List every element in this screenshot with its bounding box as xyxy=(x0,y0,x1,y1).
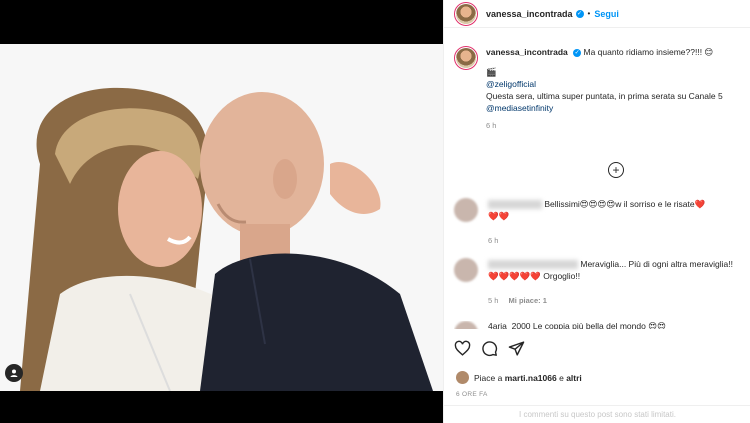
caption-avatar[interactable] xyxy=(454,46,478,70)
user-icon xyxy=(10,369,18,377)
separator-dot: • xyxy=(587,9,591,18)
comment-likes[interactable]: Mi piace: 1 xyxy=(509,296,547,305)
likes-prefix: Piace a xyxy=(474,372,503,383)
share-button[interactable] xyxy=(508,340,525,357)
comment-text: 4aria_2000 Le coppia più bella del mondo… xyxy=(488,321,666,329)
verified-badge-icon: ✓ xyxy=(573,48,582,57)
comment-hearts: ❤️❤️❤️❤️❤️ Orgoglio!! xyxy=(488,271,581,281)
tagged-user-button[interactable] xyxy=(5,364,23,382)
likes-summary: Piace a marti.na1066 e altri xyxy=(456,371,582,384)
post-photo[interactable] xyxy=(0,44,443,391)
comment-avatar[interactable] xyxy=(454,321,478,329)
heart-icon xyxy=(454,340,471,356)
blurred-username xyxy=(488,260,578,270)
comment-time: 6 h xyxy=(488,236,499,245)
comment-meta: 5 h Mi piace: 1 xyxy=(488,296,547,305)
comment-time: 5 h xyxy=(488,296,499,305)
post-age: 6 ORE FA xyxy=(456,391,488,398)
clapper-emoji: 🎬 xyxy=(486,67,497,77)
comment-button[interactable] xyxy=(481,340,498,357)
post-header: vanessa_incontrada ✓ • Segui xyxy=(444,0,750,28)
comment-item: 4aria_2000 Le coppia più bella del mondo… xyxy=(454,321,750,329)
comment-avatar[interactable] xyxy=(454,198,478,222)
comment-hearts: ❤️❤️ xyxy=(488,211,510,221)
likes-others[interactable]: altri xyxy=(566,373,582,383)
comment-text: Bellissimi😍😍😍😍w il sorriso e le risate❤️ xyxy=(544,199,706,209)
caption-line2: Questa sera, ultima super puntata, in pr… xyxy=(486,91,723,101)
caption-text: Ma quanto ridiamo insieme??!!! 😊 xyxy=(583,47,714,57)
like-button[interactable] xyxy=(454,340,471,357)
post-actions xyxy=(454,340,525,357)
liker-avatar[interactable] xyxy=(456,371,469,384)
comment-text: Meraviglia... Più di ogni altra meravigl… xyxy=(580,259,733,269)
caption-time: 6 h xyxy=(486,121,497,130)
liker-username[interactable]: marti.na1066 xyxy=(505,373,557,383)
caption-username[interactable]: vanessa_incontrada xyxy=(486,47,568,57)
likes-mid: e xyxy=(559,372,564,383)
comment-avatar[interactable] xyxy=(454,258,478,282)
post-caption: vanessa_incontrada ✓ Ma quanto ridiamo i… xyxy=(454,46,746,132)
mention-zelig[interactable]: @zeligofficial xyxy=(486,78,723,90)
instagram-post-view: vanessa_incontrada ✓ • Segui vanessa_inc… xyxy=(0,0,750,423)
post-media xyxy=(0,0,443,423)
couple-photo xyxy=(0,44,443,391)
blurred-username xyxy=(488,200,542,210)
comments-limited-notice: I commenti su questo post sono stati lim… xyxy=(444,405,750,423)
follow-button[interactable]: Segui xyxy=(594,9,619,19)
author-username[interactable]: vanessa_incontrada xyxy=(486,9,573,19)
comment-icon xyxy=(482,341,498,357)
post-side-panel: vanessa_incontrada ✓ • Segui vanessa_inc… xyxy=(443,0,750,423)
load-more-comments-button[interactable]: + xyxy=(608,162,624,178)
send-icon xyxy=(508,341,525,356)
mention-mediaset[interactable]: @mediasetinfinity xyxy=(486,102,723,114)
author-avatar[interactable] xyxy=(454,1,478,26)
verified-badge-icon: ✓ xyxy=(575,9,584,18)
